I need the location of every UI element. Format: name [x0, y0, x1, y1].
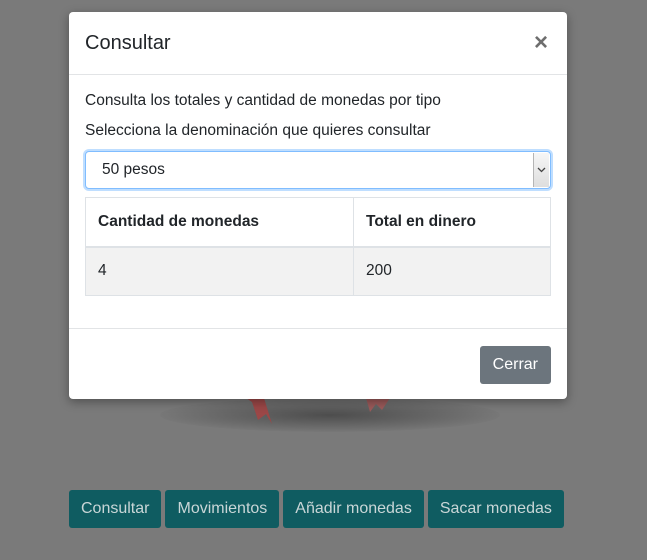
chevron-down-icon[interactable] [533, 153, 549, 187]
illustration-ribbon-left [246, 398, 272, 424]
illustration-ribbon-right [366, 398, 390, 412]
select-label: Selecciona la denominación que quieres c… [85, 122, 431, 139]
sacar-monedas-button[interactable]: Sacar monedas [427, 490, 564, 528]
header-cantidad: Cantidad de monedas [85, 197, 354, 248]
cell-total: 200 [353, 246, 551, 296]
denomination-select[interactable]: 50 pesos [85, 151, 551, 189]
close-icon[interactable]: × [531, 31, 551, 55]
denomination-select-value: 50 pesos [102, 161, 165, 178]
cell-cantidad: 4 [85, 246, 354, 296]
modal-body: Consulta los totales y cantidad de moned… [69, 75, 567, 328]
illustration-shadow [160, 398, 500, 432]
anadir-monedas-button[interactable]: Añadir monedas [283, 490, 424, 528]
movimientos-button[interactable]: Movimientos [165, 490, 280, 528]
cerrar-button[interactable]: Cerrar [479, 346, 551, 384]
header-total: Total en dinero [353, 197, 551, 248]
action-bar: Consultar Movimientos Añadir monedas Sac… [69, 490, 564, 528]
consultar-button[interactable]: Consultar [69, 490, 162, 528]
intro-text: Consulta los totales y cantidad de moned… [85, 92, 441, 109]
table-header-row: Cantidad de monedas Total en dinero [85, 197, 551, 248]
table-row: 4 200 [85, 246, 551, 296]
consultar-modal: Consultar × Consulta los totales y canti… [69, 12, 567, 399]
totals-table: Cantidad de monedas Total en dinero 4 20… [85, 197, 551, 296]
modal-title: Consultar [85, 31, 171, 54]
modal-header: Consultar × [69, 12, 567, 75]
modal-footer: Cerrar [69, 328, 567, 399]
